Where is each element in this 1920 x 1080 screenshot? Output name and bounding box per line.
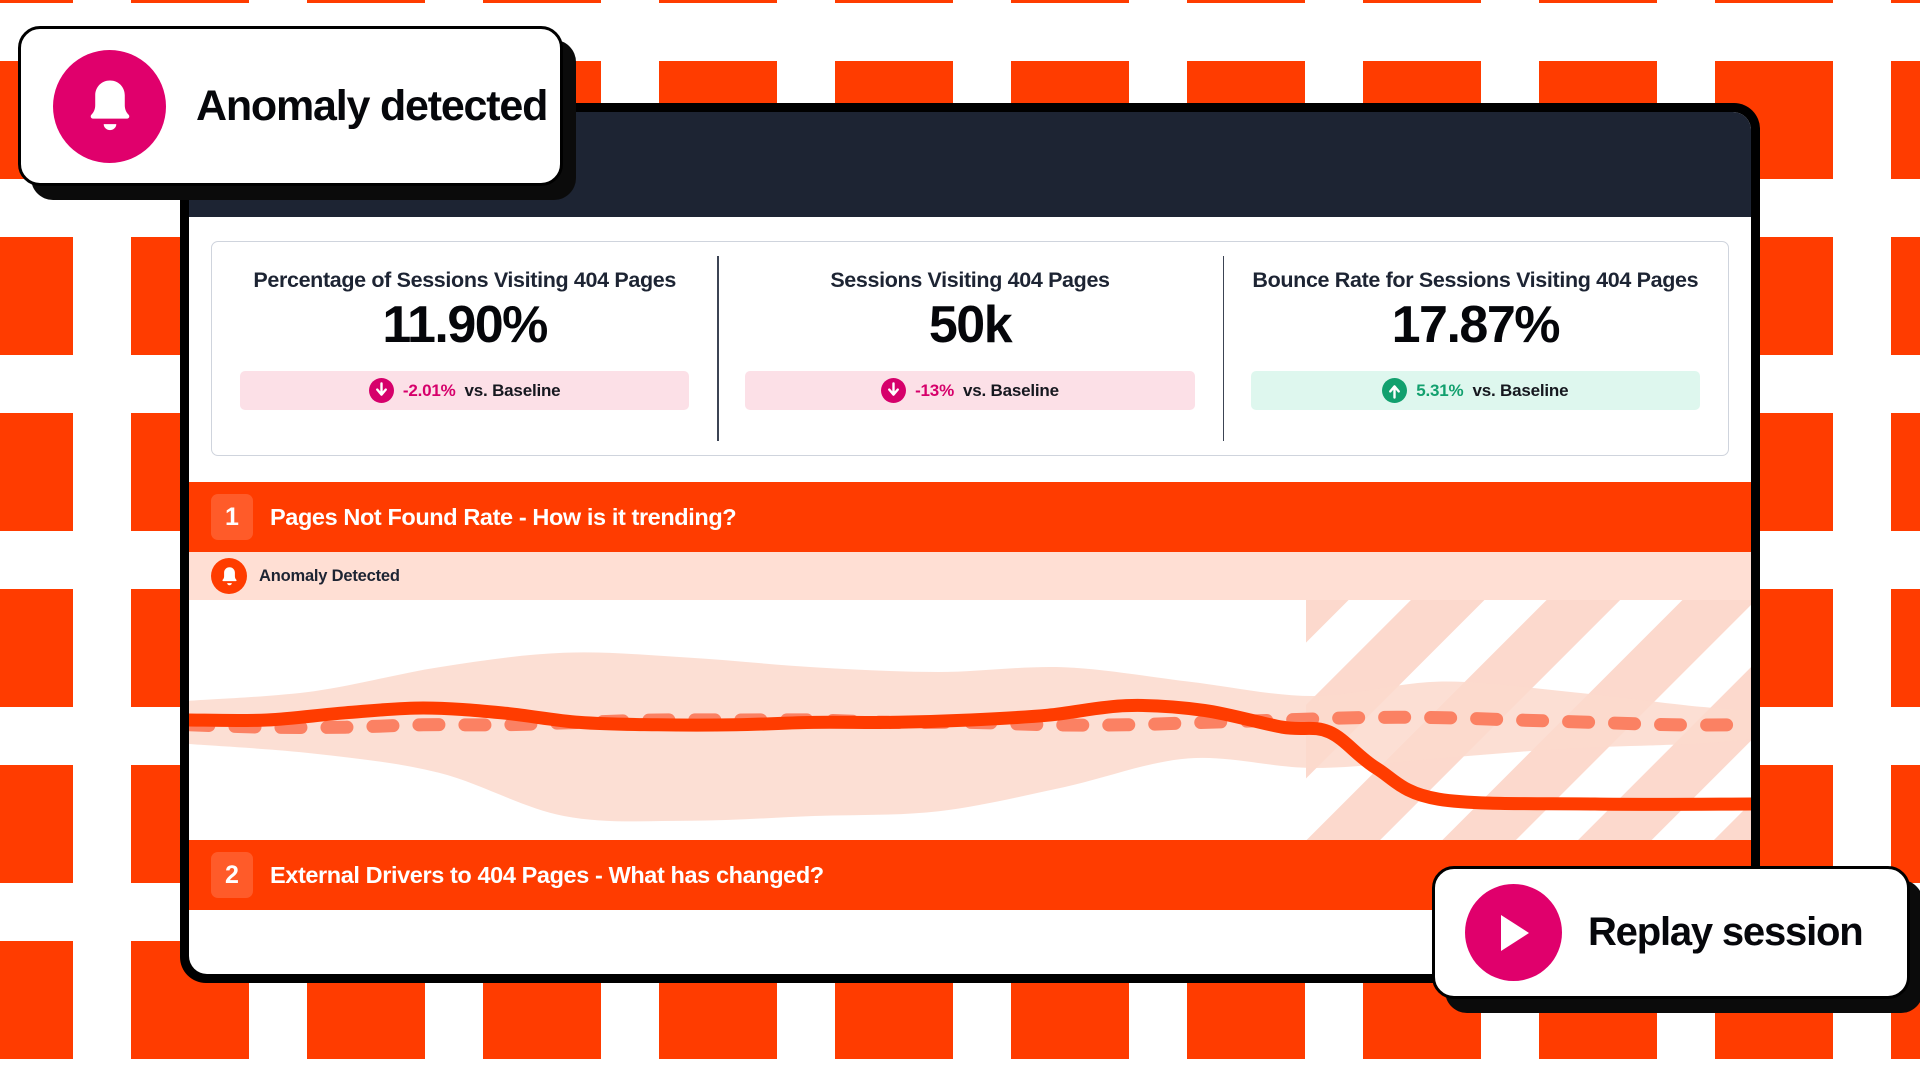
background-square <box>0 589 73 707</box>
background-square <box>1715 0 1833 3</box>
arrow-up-circle-icon <box>1382 378 1408 404</box>
section-header-1[interactable]: 1 Pages Not Found Rate - How is it trend… <box>189 482 1751 552</box>
background-square <box>0 0 73 3</box>
background-square <box>1539 0 1657 3</box>
arrow-down-circle-icon <box>881 378 907 404</box>
callout-label: Anomaly detected <box>196 81 548 130</box>
kpi-delta-value: 5.31% <box>1416 380 1464 400</box>
section-number: 2 <box>211 852 253 898</box>
page-root: 404 Pages Percentage of Sessions Visitin… <box>0 0 1920 1080</box>
background-square <box>1187 0 1305 3</box>
background-square <box>659 0 777 3</box>
kpi-strip: Percentage of Sessions Visiting 404 Page… <box>189 217 1751 456</box>
background-square <box>1891 237 1920 355</box>
background-square <box>1891 61 1920 179</box>
kpi-delta-badge: -13% vs. Baseline <box>745 371 1195 411</box>
background-square <box>0 413 73 531</box>
kpi-label: Percentage of Sessions Visiting 404 Page… <box>253 268 676 292</box>
background-square <box>307 0 425 3</box>
kpi-delta-badge: -2.01% vs. Baseline <box>240 371 690 411</box>
background-square <box>0 765 73 883</box>
background-square <box>0 237 73 355</box>
kpi-value: 17.87% <box>1391 296 1561 354</box>
background-square <box>483 0 601 3</box>
dashboard-device-frame: 404 Pages Percentage of Sessions Visitin… <box>180 103 1760 983</box>
background-square <box>1011 0 1129 3</box>
kpi-delta-label: vs. Baseline <box>962 380 1059 400</box>
bell-icon <box>53 49 166 163</box>
background-square <box>1363 0 1481 3</box>
kpi-label: Sessions Visiting 404 Pages <box>830 268 1110 292</box>
background-square <box>1891 589 1920 707</box>
kpi-delta-value: -2.01% <box>402 380 456 400</box>
bell-icon <box>211 558 247 594</box>
kpi-bounce-rate-404: Bounce Rate for Sessions Visiting 404 Pa… <box>1222 242 1728 455</box>
kpi-percentage-sessions-404: Percentage of Sessions Visiting 404 Page… <box>212 242 717 455</box>
kpi-value: 50k <box>928 296 1013 354</box>
play-icon <box>1465 884 1562 981</box>
background-square <box>1891 765 1920 883</box>
section-number: 1 <box>211 494 253 540</box>
kpi-sessions-visiting-404: Sessions Visiting 404 Pages 50k -13% vs.… <box>717 242 1222 455</box>
callout-label: Replay session <box>1588 910 1864 954</box>
chart-canvas <box>189 600 1751 840</box>
background-square <box>835 0 953 3</box>
kpi-value: 11.90% <box>382 296 548 354</box>
anomaly-banner-label: Anomaly Detected <box>259 566 400 585</box>
callout-replay-session[interactable]: Replay session <box>1432 866 1910 999</box>
arrow-down-circle-icon <box>368 378 394 404</box>
background-square <box>131 0 249 3</box>
kpi-delta-value: -13% <box>915 380 954 400</box>
kpi-label: Bounce Rate for Sessions Visiting 404 Pa… <box>1252 268 1699 292</box>
dashboard-screen: 404 Pages Percentage of Sessions Visitin… <box>189 112 1751 974</box>
kpi-delta-badge: 5.31% vs. Baseline <box>1250 371 1700 411</box>
callout-anomaly-detected[interactable]: Anomaly detected <box>18 26 563 186</box>
kpi-delta-label: vs. Baseline <box>1472 380 1569 400</box>
kpi-delta-label: vs. Baseline <box>464 380 561 400</box>
kpi-card-group: Percentage of Sessions Visiting 404 Page… <box>211 241 1729 456</box>
background-square <box>1891 413 1920 531</box>
section-title: Pages Not Found Rate - How is it trendin… <box>270 503 737 530</box>
anomaly-trend-chart[interactable] <box>189 600 1751 840</box>
anomaly-detected-banner: Anomaly Detected <box>189 552 1751 600</box>
section-title: External Drivers to 404 Pages - What has… <box>270 861 824 888</box>
background-square <box>1891 0 1920 3</box>
background-square <box>0 941 73 1059</box>
